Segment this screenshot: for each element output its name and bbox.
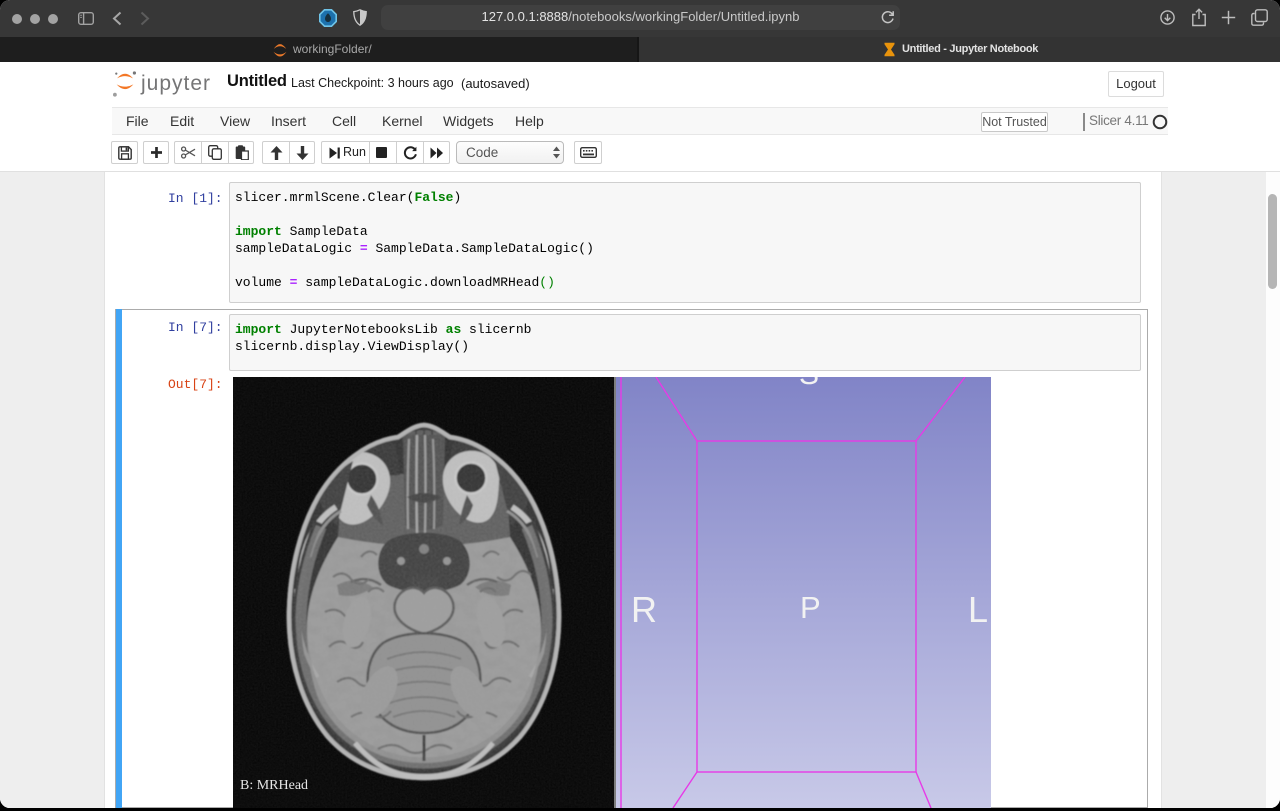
svg-text:P: P (800, 590, 821, 625)
svg-text:R: R (631, 589, 657, 630)
svg-text:B: MRHead: B: MRHead (240, 778, 308, 793)
svg-text:L: L (968, 589, 988, 630)
svg-text:S: S (799, 377, 819, 391)
